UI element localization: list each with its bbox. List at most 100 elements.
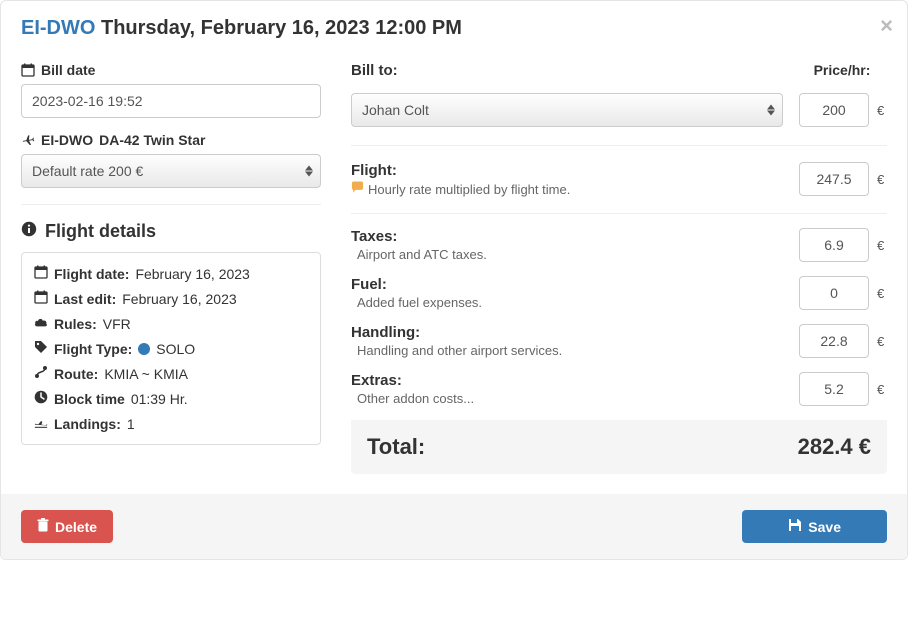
rate-select[interactable]: Default rate 200 € bbox=[21, 154, 321, 188]
row-landings: Landings: 1 bbox=[34, 415, 308, 432]
cost-taxes-title: Taxes: bbox=[351, 228, 783, 245]
solo-dot-icon bbox=[138, 343, 150, 355]
cost-fuel-input[interactable] bbox=[799, 276, 869, 310]
price-hr-wrap: € bbox=[799, 93, 887, 127]
title-datetime: Thursday, February 16, 2023 12:00 PM bbox=[101, 17, 462, 39]
modal-header: × EI-DWO Thursday, February 16, 2023 12:… bbox=[1, 1, 907, 52]
total-value: 282.4 € bbox=[798, 434, 871, 460]
route-icon bbox=[34, 365, 48, 382]
cost-extras-input[interactable] bbox=[799, 372, 869, 406]
row-last-edit: Last edit: February 16, 2023 bbox=[34, 290, 308, 307]
calendar-icon bbox=[34, 265, 48, 282]
modal-footer: Delete Save bbox=[1, 494, 907, 559]
row-route: Route: KMIA ~ KMIA bbox=[34, 365, 308, 382]
total-row: Total: 282.4 € bbox=[351, 420, 887, 474]
trash-icon bbox=[37, 518, 49, 535]
price-hr-label: Price/hr: bbox=[797, 62, 887, 78]
comment-icon bbox=[351, 181, 364, 197]
save-button[interactable]: Save bbox=[742, 510, 887, 543]
flight-details-title: Flight details bbox=[45, 221, 156, 242]
aircraft-reg: EI-DWO bbox=[41, 132, 93, 148]
billto-select-row: Johan Colt € bbox=[351, 93, 887, 146]
clock-icon bbox=[34, 390, 48, 407]
flight-date-value: February 16, 2023 bbox=[135, 266, 249, 282]
save-icon bbox=[788, 518, 802, 535]
currency-label: € bbox=[877, 103, 887, 118]
cost-handling-input[interactable] bbox=[799, 324, 869, 358]
landings-label: Landings: bbox=[54, 416, 121, 432]
route-label: Route: bbox=[54, 366, 98, 382]
flight-details-panel: Flight date: February 16, 2023 Last edit… bbox=[21, 252, 321, 445]
price-hr-input[interactable] bbox=[799, 93, 869, 127]
flight-type-value: SOLO bbox=[156, 341, 195, 357]
modal-body: Bill date EI-DWO DA-42 Twin Star Default… bbox=[1, 52, 907, 494]
bill-date-input[interactable] bbox=[21, 84, 321, 118]
landing-icon bbox=[34, 415, 48, 432]
left-column: Bill date EI-DWO DA-42 Twin Star Default… bbox=[21, 62, 321, 474]
cost-fuel-title: Fuel: bbox=[351, 276, 783, 293]
currency-label: € bbox=[877, 334, 887, 349]
flight-details-heading: Flight details bbox=[21, 221, 321, 242]
row-flight-date: Flight date: February 16, 2023 bbox=[34, 265, 308, 282]
cost-row-fuel: Fuel: Added fuel expenses. € bbox=[351, 276, 887, 324]
aircraft-label-line: EI-DWO DA-42 Twin Star bbox=[21, 132, 321, 148]
tag-icon bbox=[34, 340, 48, 357]
route-value: KMIA ~ KMIA bbox=[104, 366, 188, 382]
cloud-icon bbox=[34, 315, 48, 332]
bill-date-label: Bill date bbox=[41, 62, 95, 78]
billto-select-wrap: Johan Colt bbox=[351, 93, 783, 127]
currency-label: € bbox=[877, 172, 887, 187]
billto-select[interactable]: Johan Colt bbox=[351, 93, 783, 127]
bill-date-group: Bill date bbox=[21, 62, 321, 118]
cost-extras-sub: Other addon costs... bbox=[351, 391, 783, 406]
cost-flight-sub: Hourly rate multiplied by flight time. bbox=[368, 182, 570, 197]
cost-flight-title: Flight: bbox=[351, 162, 783, 179]
close-button[interactable]: × bbox=[880, 15, 893, 37]
cost-handling-sub: Handling and other airport services. bbox=[351, 343, 783, 358]
cost-row-flight: Flight: Hourly rate multiplied by flight… bbox=[351, 162, 887, 214]
currency-label: € bbox=[877, 382, 887, 397]
rules-value: VFR bbox=[103, 316, 131, 332]
save-label: Save bbox=[808, 519, 841, 535]
cost-handling-title: Handling: bbox=[351, 324, 783, 341]
aircraft-rate-group: EI-DWO DA-42 Twin Star Default rate 200 … bbox=[21, 132, 321, 188]
last-edit-label: Last edit: bbox=[54, 291, 116, 307]
currency-label: € bbox=[877, 286, 887, 301]
flight-date-label: Flight date: bbox=[54, 266, 129, 282]
right-column: Bill to: Price/hr: Johan Colt € bbox=[351, 62, 887, 474]
row-flight-type: Flight Type: SOLO bbox=[34, 340, 308, 357]
block-time-label: Block time bbox=[54, 391, 125, 407]
row-rules: Rules: VFR bbox=[34, 315, 308, 332]
total-label: Total: bbox=[367, 434, 425, 460]
cost-flight-input[interactable] bbox=[799, 162, 869, 196]
billto-header-row: Bill to: Price/hr: bbox=[351, 62, 887, 79]
billto-label: Bill to: bbox=[351, 62, 398, 79]
cost-taxes-sub: Airport and ATC taxes. bbox=[351, 247, 783, 262]
row-block-time: Block time 01:39 Hr. bbox=[34, 390, 308, 407]
rate-select-wrap: Default rate 200 € bbox=[21, 154, 321, 188]
aircraft-model: DA-42 Twin Star bbox=[99, 132, 205, 148]
block-time-value: 01:39 Hr. bbox=[131, 391, 188, 407]
info-icon bbox=[21, 221, 37, 242]
rules-label: Rules: bbox=[54, 316, 97, 332]
delete-button[interactable]: Delete bbox=[21, 510, 113, 543]
cost-row-extras: Extras: Other addon costs... € bbox=[351, 372, 887, 412]
currency-label: € bbox=[877, 238, 887, 253]
modal-title: EI-DWO Thursday, February 16, 2023 12:00… bbox=[21, 17, 887, 40]
title-aircraft: EI-DWO bbox=[21, 17, 95, 39]
divider bbox=[21, 204, 321, 205]
calendar-icon bbox=[34, 290, 48, 307]
landings-value: 1 bbox=[127, 416, 135, 432]
billing-modal: × EI-DWO Thursday, February 16, 2023 12:… bbox=[0, 0, 908, 560]
plane-icon bbox=[21, 133, 35, 147]
cost-fuel-sub: Added fuel expenses. bbox=[351, 295, 783, 310]
last-edit-value: February 16, 2023 bbox=[122, 291, 236, 307]
flight-type-label: Flight Type: bbox=[54, 341, 132, 357]
calendar-icon bbox=[21, 63, 35, 77]
cost-extras-title: Extras: bbox=[351, 372, 783, 389]
cost-row-taxes: Taxes: Airport and ATC taxes. € bbox=[351, 228, 887, 276]
cost-taxes-input[interactable] bbox=[799, 228, 869, 262]
bill-date-label-line: Bill date bbox=[21, 62, 321, 78]
delete-label: Delete bbox=[55, 519, 97, 535]
cost-row-handling: Handling: Handling and other airport ser… bbox=[351, 324, 887, 372]
